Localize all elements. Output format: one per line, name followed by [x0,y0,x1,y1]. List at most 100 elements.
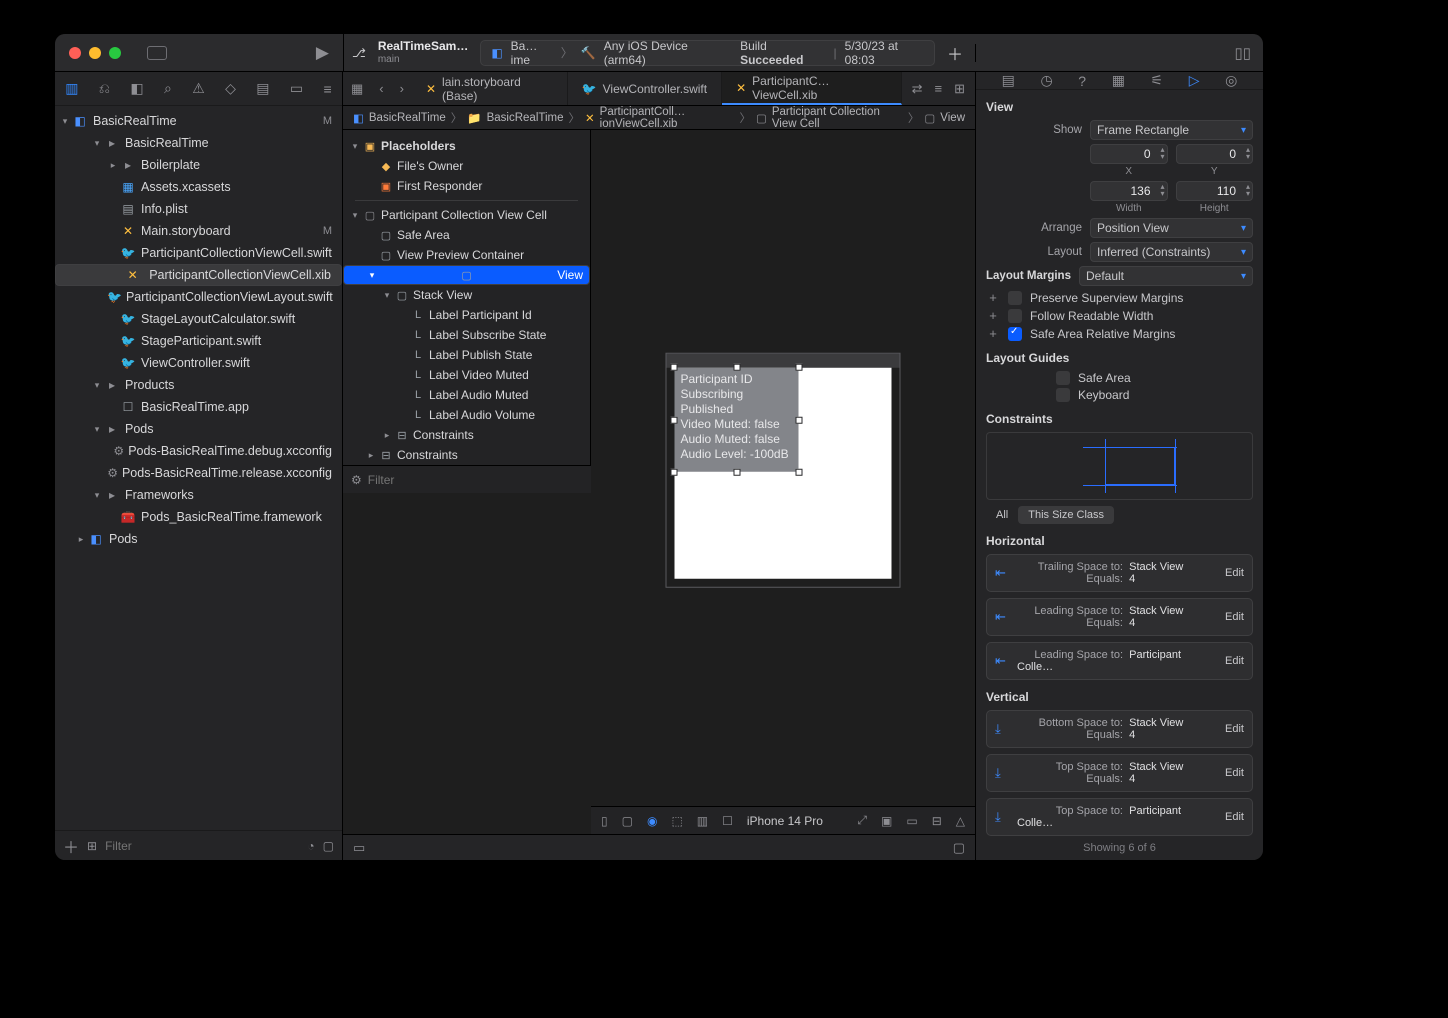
outline-item[interactable]: LLabel Publish State [343,345,590,365]
compare-button[interactable]: ⇄ [912,81,923,97]
resize-handle[interactable] [796,364,803,371]
navigator-item[interactable]: ▸▸Boilerplate [55,154,342,176]
y-field[interactable]: 0▴▾ Y [1176,144,1254,177]
plus-icon[interactable]: + [986,326,1000,341]
constraint-scope-segmented[interactable]: All This Size Class [986,506,1253,524]
resize-handle[interactable] [671,469,678,476]
outline-item[interactable]: LLabel Participant Id [343,305,590,325]
outline-item[interactable]: LLabel Video Muted [343,365,590,385]
size-inspector-tab[interactable]: ▷ [1189,72,1200,89]
navigator-filter-input[interactable] [105,839,299,853]
help-inspector-tab[interactable]: ? [1078,73,1086,89]
outline-filter-input[interactable] [368,473,583,487]
layout-margin-option[interactable]: + Preserve Superview Margins [986,290,1253,305]
navigator-item[interactable]: ▾▸BasicRealTime [55,132,342,154]
plus-icon[interactable]: + [986,308,1000,323]
navigator-item[interactable]: ▸◧Pods [55,528,342,550]
navigator-item[interactable]: ▦Assets.xcassets [55,176,342,198]
navigator-item[interactable]: 🐦StageParticipant.swift [55,330,342,352]
align-button[interactable]: ▭ [906,814,917,828]
add-file-button[interactable]: ＋ [63,834,79,858]
constraint-card[interactable]: ⤓ Top Space to: Stack ViewEquals: 4 Edit [986,754,1253,792]
resize-handle[interactable] [796,469,803,476]
filter-scope-icon[interactable]: ⊞ [87,839,97,853]
ib-selected-view[interactable]: Participant ID Subscribing Published Vid… [675,368,799,472]
navigator-item[interactable]: ⚙Pods-BasicRealTime.release.xcconfig [55,462,342,484]
resolve-button[interactable]: △ [956,814,965,828]
navigator-item[interactable]: 🐦ParticipantCollectionViewCell.swift [55,242,342,264]
document-outline[interactable]: ▾▣Placeholders◆File's Owner▣First Respon… [343,130,591,465]
issue-navigator-tab[interactable]: ⚠ [192,80,205,97]
layout-margins-select[interactable]: Default ▾ [1079,266,1253,286]
navigator-item[interactable]: 🐦StageLayoutCalculator.swift [55,308,342,330]
checkbox[interactable] [1008,327,1022,341]
ib-canvas[interactable]: Participant ID Subscribing Published Vid… [591,130,975,834]
x-field[interactable]: 0▴▾ X [1090,144,1168,177]
minimap-toggle[interactable]: ▢ [953,840,965,856]
history-inspector-tab[interactable]: ◷ [1040,72,1052,89]
outline-item[interactable]: ▣First Responder [343,176,590,196]
constraints-visual[interactable] [986,432,1253,500]
width-field[interactable]: 136▴▾ Width [1090,181,1168,214]
edit-constraint-button[interactable]: Edit [1225,767,1244,779]
outline-item[interactable]: ▸⊟Constraints [343,445,590,465]
toggle-inspector-button[interactable]: ▯▯ [1234,44,1251,62]
project-navigator-tab[interactable]: ▥ [65,80,78,97]
outline-item[interactable]: LLabel Audio Muted [343,385,590,405]
canvas-button-1[interactable]: ▢ [622,814,633,828]
outline-item[interactable]: ▢Safe Area [343,225,590,245]
recent-filter-icon[interactable]: ◔ [307,839,314,853]
editor-tab[interactable]: 🐦ViewController.swift [568,72,722,105]
layout-guide-option[interactable]: Safe Area [1056,371,1253,385]
outline-item[interactable]: ▸⊟Constraints [343,425,590,445]
editor-tab[interactable]: ✕ParticipantC…ViewCell.xib [722,72,902,105]
report-navigator-tab[interactable]: ≡ [324,81,332,97]
edit-constraint-button[interactable]: Edit [1225,723,1244,735]
navigator-item[interactable]: ▤Info.plist [55,198,342,220]
navigator-item[interactable]: 🧰Pods_BasicRealTime.framework [55,506,342,528]
scm-filter-icon[interactable]: ▢ [323,839,334,853]
constraint-card[interactable]: ⤓ Top Space to: Participant Colle… Edit [986,798,1253,836]
add-editor-button[interactable]: ⊞ [954,81,965,97]
navigator-tree[interactable]: ▾◧BasicRealTimeM▾▸BasicRealTime▸▸Boilerp… [55,106,342,830]
debug-navigator-tab[interactable]: ▤ [256,80,269,97]
outline-item[interactable]: ◆File's Owner [343,156,590,176]
zoom-button[interactable]: ⤢ [857,813,867,828]
run-button[interactable]: ▶ [316,43,329,63]
editor-tab[interactable]: ✕lain.storyboard (Base) [412,72,568,105]
outline-item[interactable]: ▾▢Stack View [343,285,590,305]
navigator-item[interactable]: ✕ParticipantCollectionViewCell.xib [55,264,342,286]
navigator-item[interactable]: ▾▸Frameworks [55,484,342,506]
toggle-outline-button[interactable]: ▯ [601,814,608,828]
test-navigator-tab[interactable]: ◇ [225,80,236,97]
edit-constraint-button[interactable]: Edit [1225,611,1244,623]
height-field[interactable]: 110▴▾ Height [1176,181,1254,214]
ib-scene-frame[interactable]: Participant ID Subscribing Published Vid… [666,353,901,588]
pin-button[interactable]: ⊟ [932,814,942,828]
back-button[interactable]: ‹ [371,72,391,105]
edit-constraint-button[interactable]: Edit [1225,811,1244,823]
connections-inspector-tab[interactable]: ◎ [1225,72,1237,89]
plus-icon[interactable]: + [986,290,1000,305]
symbol-navigator-tab[interactable]: ◧ [130,80,143,97]
edit-constraint-button[interactable]: Edit [1225,655,1244,667]
navigator-item[interactable]: 🐦ViewController.swift [55,352,342,374]
navigator-item[interactable]: ▾▸Products [55,374,342,396]
canvas-button-2[interactable]: ⬚ [671,814,682,828]
adjust-options-button[interactable]: ≡ [935,81,943,96]
ib-scene-header[interactable] [667,354,900,368]
outline-item[interactable]: ▾▢View [343,265,590,285]
navigator-item[interactable]: ▾▸Pods [55,418,342,440]
seg-all[interactable]: All [986,506,1018,524]
scheme-selector[interactable]: ⎇ RealTimeSam… main [352,40,468,64]
resize-handle[interactable] [734,469,741,476]
constraint-card[interactable]: ⤓ Bottom Space to: Stack ViewEquals: 4 E… [986,710,1253,748]
outline-item[interactable]: LLabel Subscribe State [343,325,590,345]
source-control-navigator-tab[interactable]: ⎌ [99,80,110,97]
activity-viewer[interactable]: ◧ Ba…ime 〉 🔨 Any iOS Device (arm64) Buil… [480,40,935,66]
forward-button[interactable]: › [392,72,412,105]
canvas-button-active[interactable]: ◉ [647,814,657,828]
find-navigator-tab[interactable]: ⌕ [164,80,172,97]
navigator-project-root[interactable]: ▾◧BasicRealTimeM [55,110,342,132]
arrange-select[interactable]: Position View ▾ [1090,218,1253,238]
